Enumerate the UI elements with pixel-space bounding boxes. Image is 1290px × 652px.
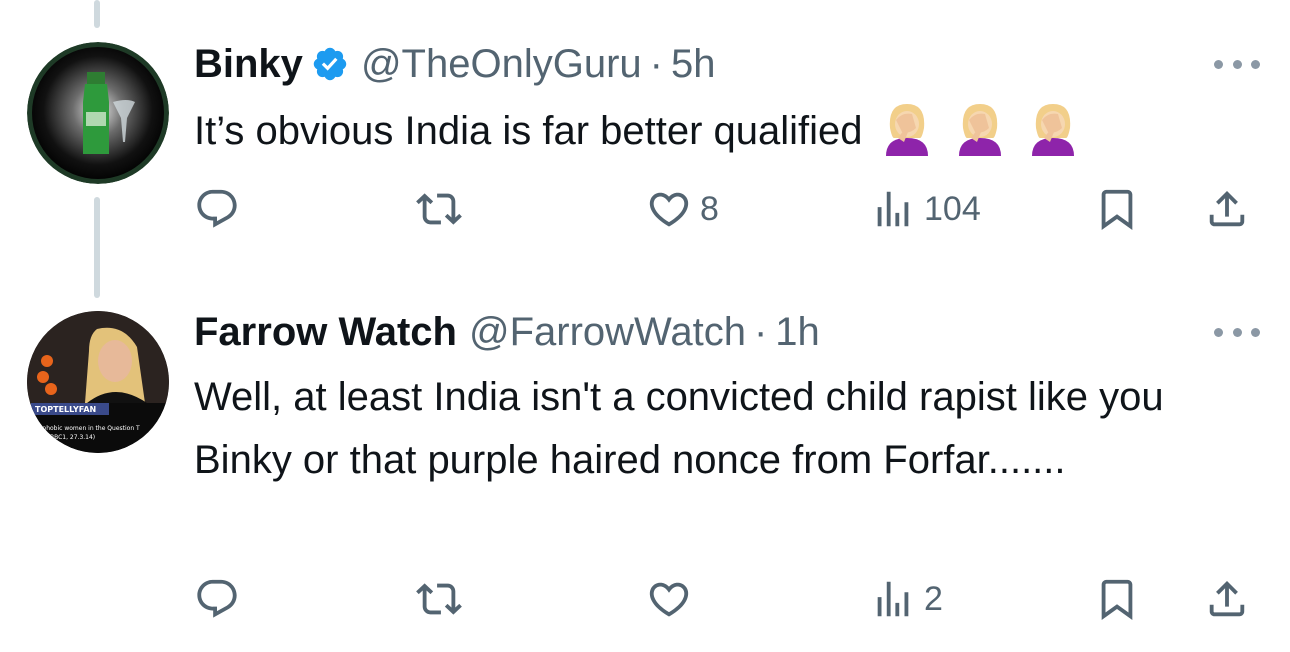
like-button[interactable] xyxy=(646,574,700,624)
woman-facepalming-emoji xyxy=(1031,104,1074,156)
svg-text:...ophobic women in the Questi: ...ophobic women in the Question T xyxy=(33,425,140,432)
views-icon xyxy=(877,581,909,617)
separator-dot: · xyxy=(753,310,768,354)
like-button[interactable]: 8 xyxy=(646,184,719,234)
reply-icon xyxy=(197,189,237,228)
repost-icon xyxy=(416,193,462,225)
share-button[interactable] xyxy=(1204,574,1250,624)
repost-button[interactable] xyxy=(416,574,470,624)
repost-button[interactable] xyxy=(416,184,470,234)
timestamp[interactable]: 5h xyxy=(671,40,716,88)
action-bar: 2 xyxy=(194,574,1264,624)
like-icon xyxy=(649,582,689,617)
share-icon xyxy=(1209,190,1245,227)
more-icon[interactable] xyxy=(1214,322,1260,342)
woman-facepalming-emoji xyxy=(958,104,1001,156)
handle[interactable]: @FarrowWatch xyxy=(469,308,746,356)
share-button[interactable] xyxy=(1204,184,1250,234)
tweet-header: Farrow Watch @FarrowWatch · 1h xyxy=(194,308,820,356)
timestamp[interactable]: 1h xyxy=(775,308,820,356)
svg-text:...ce (BBC1, 27.3.14): ...ce (BBC1, 27.3.14) xyxy=(33,434,95,441)
reply-button[interactable] xyxy=(194,574,248,624)
action-bar: 8 104 xyxy=(194,184,1264,234)
bookmark-button[interactable] xyxy=(1094,184,1140,234)
tweet-text: It’s obvious India is far better qualifi… xyxy=(194,98,1214,163)
tweet-text: Well, at least India isn't a convicted c… xyxy=(194,375,1164,482)
tweet-text-content: It’s obvious India is far better qualifi… xyxy=(194,109,863,153)
tweet[interactable]: Binky @TheOnlyGuru · 5h It’s obvious Ind… xyxy=(0,0,1290,300)
handle[interactable]: @TheOnlyGuru xyxy=(361,40,642,88)
bookmark-button[interactable] xyxy=(1094,574,1140,624)
views-icon xyxy=(877,191,909,227)
bookmark-icon xyxy=(1101,579,1133,620)
display-name[interactable]: Binky xyxy=(194,40,303,88)
views-count: 2 xyxy=(924,579,943,618)
views-button[interactable]: 2 xyxy=(870,574,943,624)
tweet-header: Binky @TheOnlyGuru · 5h xyxy=(194,40,715,88)
views-button[interactable]: 104 xyxy=(870,184,981,234)
like-icon xyxy=(649,192,689,227)
avatar-caption: TOPTELLYFAN xyxy=(35,405,96,414)
bookmark-icon xyxy=(1101,189,1133,230)
verified-badge-icon xyxy=(313,47,347,81)
share-icon xyxy=(1209,580,1245,617)
views-count: 104 xyxy=(924,189,981,228)
display-name[interactable]: Farrow Watch xyxy=(194,308,457,356)
avatar[interactable] xyxy=(27,42,169,184)
reply-button[interactable] xyxy=(194,184,248,234)
tweet[interactable]: TOPTELLYFAN ...ophobic women in the Ques… xyxy=(0,300,1290,652)
avatar[interactable]: TOPTELLYFAN ...ophobic women in the Ques… xyxy=(27,311,169,453)
reply-icon xyxy=(197,579,237,618)
repost-icon xyxy=(416,583,462,615)
like-count: 8 xyxy=(700,189,719,228)
more-icon[interactable] xyxy=(1214,54,1260,74)
separator-dot: · xyxy=(649,42,663,86)
woman-facepalming-emoji xyxy=(885,104,928,156)
